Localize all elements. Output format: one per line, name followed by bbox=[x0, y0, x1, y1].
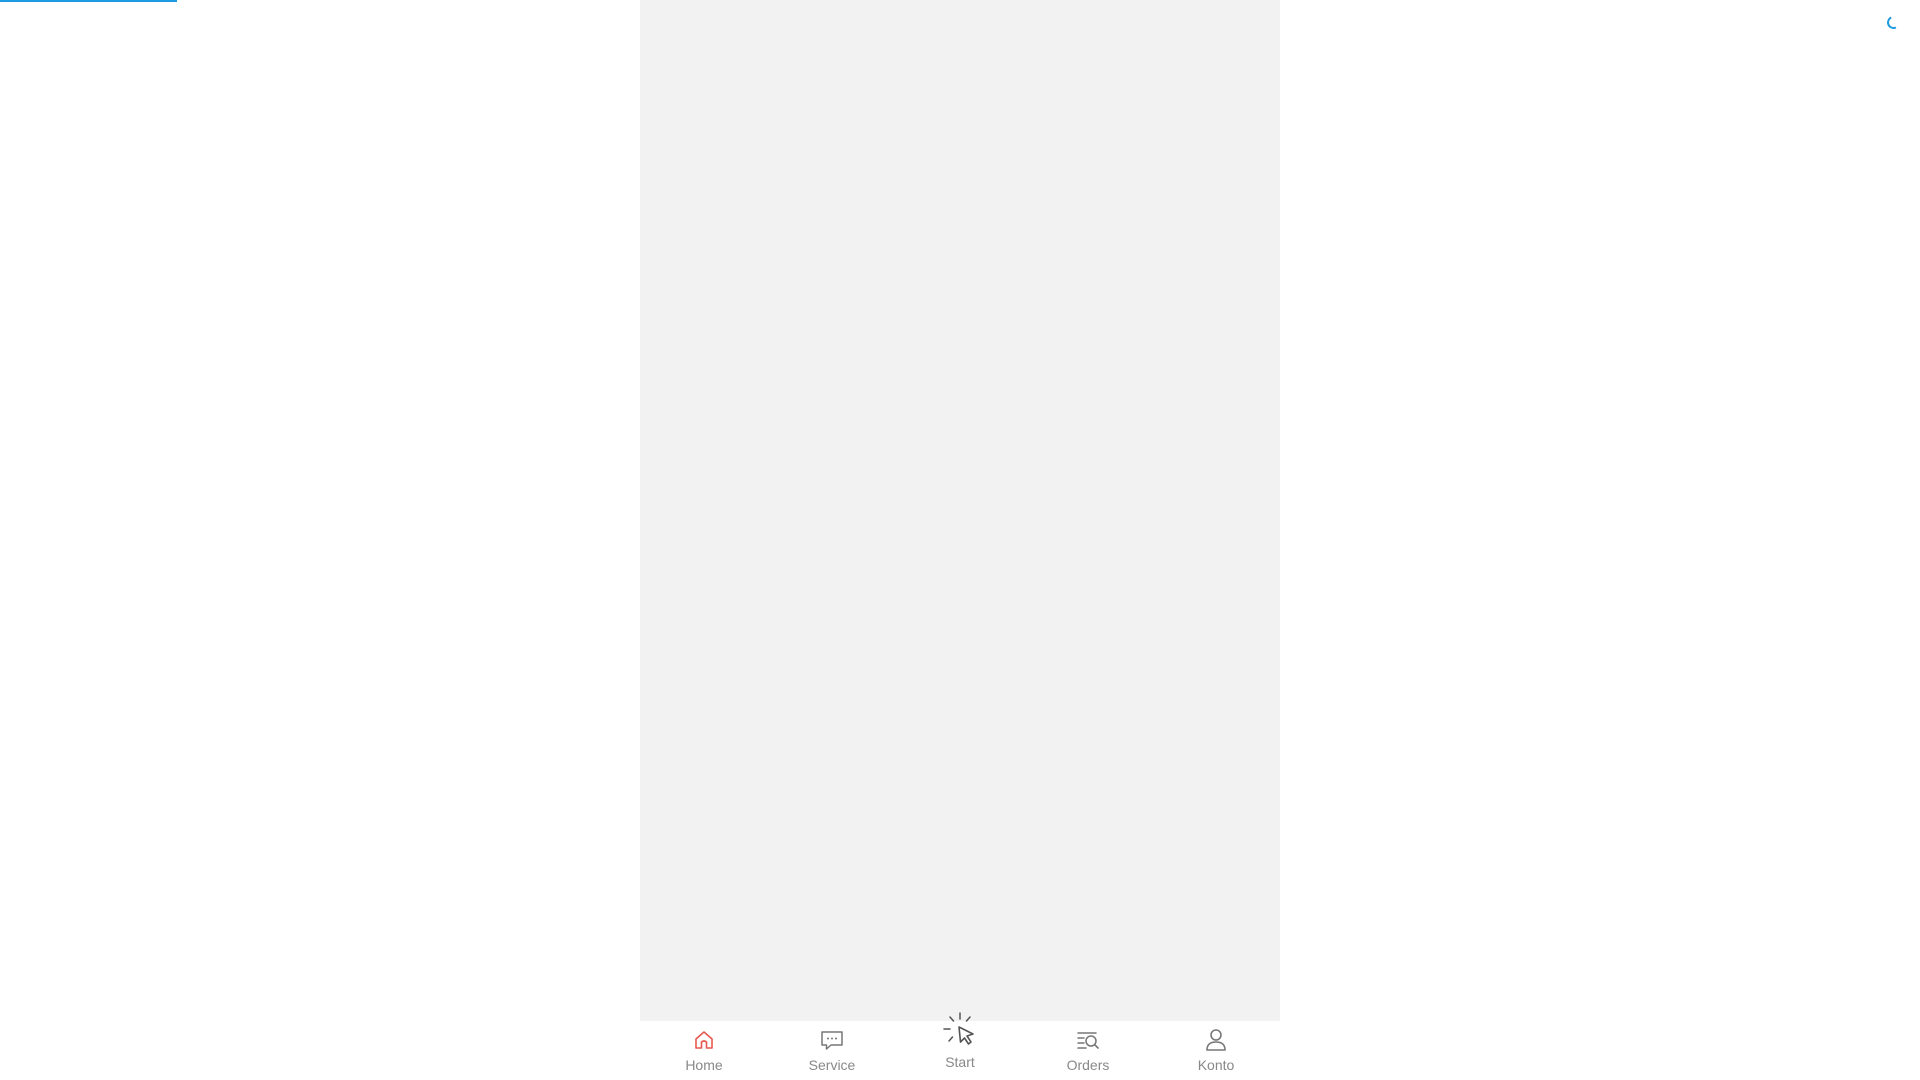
tab-service-label: Service bbox=[808, 1057, 856, 1073]
tab-orders[interactable]: Orders bbox=[1024, 1021, 1152, 1080]
loading-spinner-icon bbox=[1885, 14, 1902, 31]
tab-service[interactable]: Service bbox=[768, 1021, 896, 1080]
tab-home-label: Home bbox=[685, 1057, 723, 1073]
order-search-icon bbox=[1077, 1032, 1099, 1049]
tab-konto[interactable]: Konto bbox=[1152, 1021, 1280, 1080]
click-pointer-icon bbox=[943, 1012, 974, 1045]
tab-home[interactable]: Home bbox=[640, 1021, 768, 1080]
mobile-app-shell: Home Service Start Orders Konto bbox=[640, 0, 1280, 1080]
page-load-progress-bar bbox=[0, 0, 177, 2]
chat-bubble-icon bbox=[821, 1031, 843, 1050]
bottom-tab-bar: Home Service Start Orders Konto bbox=[640, 1012, 1280, 1080]
tab-start-label: Start bbox=[945, 1054, 975, 1070]
main-content-area bbox=[640, 0, 1280, 1021]
tab-orders-label: Orders bbox=[1066, 1057, 1110, 1073]
tab-start[interactable]: Start bbox=[896, 1012, 1024, 1080]
tab-konto-label: Konto bbox=[1197, 1057, 1235, 1073]
browser-viewport: Home Service Start Orders Konto bbox=[0, 0, 1920, 1080]
home-icon bbox=[695, 1031, 713, 1049]
user-icon bbox=[1206, 1029, 1226, 1051]
